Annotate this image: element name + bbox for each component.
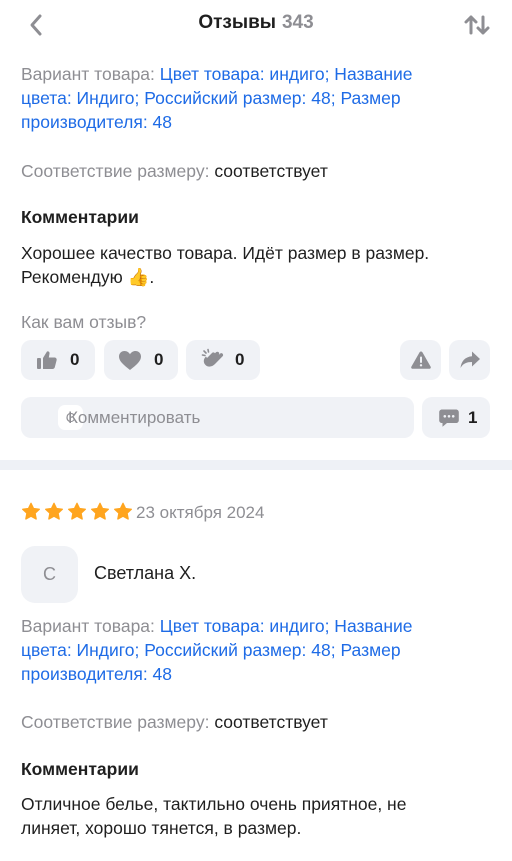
size-fit-value: соответствует (214, 712, 328, 732)
comments-button[interactable]: 1 (422, 397, 490, 438)
size-fit: Соответствие размеру: соответствует (21, 710, 328, 734)
sort-arrows-icon (464, 15, 490, 35)
avatar[interactable]: С (21, 546, 78, 603)
star-icon (114, 502, 132, 520)
product-variant: Вариант товара: Цвет товара: индиго; Наз… (21, 62, 413, 134)
comment-input[interactable]: С Комментировать (21, 397, 414, 438)
header: Отзывы 343 (0, 0, 512, 50)
like-count: 0 (70, 350, 80, 369)
review-text: Отличное белье, тактильно очень приятное… (21, 792, 406, 840)
review-text-line: линяет, хорошо тянется, в размер. (21, 818, 302, 838)
review-text-line: Рекомендую 👍. (21, 267, 155, 287)
size-fit: Соответствие размеру: соответствует (21, 159, 328, 183)
size-fit-label: Соответствие размеру: (21, 161, 210, 181)
variant-value-line[interactable]: Цвет товара: индиго; Название (160, 64, 413, 84)
clap-button[interactable]: 0 (186, 340, 260, 380)
variant-value-line[interactable]: цвета: Индиго; Российский размер: 48; Ра… (21, 640, 401, 660)
review-text-line: Отличное белье, тактильно очень приятное… (21, 794, 407, 814)
variant-value-line[interactable]: Цвет товара: индиго; Название (160, 616, 413, 636)
clap-icon (201, 348, 224, 367)
clap-count: 0 (235, 350, 245, 369)
thumbs-up-icon (37, 351, 57, 369)
review-date: 23 октября 2024 (136, 503, 265, 522)
comment-placeholder: Комментировать (68, 407, 201, 427)
review-text: Хорошее качество товара. Идёт размер в р… (21, 241, 429, 289)
star-icon (22, 502, 40, 520)
page-title-text: Отзывы (198, 12, 276, 33)
review-divider (0, 460, 512, 470)
comments-heading: Комментарии (21, 207, 139, 227)
share-arrow-icon (460, 351, 480, 368)
rating-stars (21, 502, 133, 521)
variant-value-line[interactable]: цвета: Индиго; Российский размер: 48; Ра… (21, 88, 401, 108)
reviews-count: 343 (281, 12, 314, 33)
warning-icon (410, 351, 431, 369)
star-icon (68, 502, 86, 520)
variant-value-line[interactable]: производителя: 48 (21, 664, 172, 684)
size-fit-label: Соответствие размеру: (21, 712, 210, 732)
heart-icon (119, 350, 141, 370)
review-text-line: Хорошее качество товара. Идёт размер в р… (21, 243, 430, 263)
author-name[interactable]: Светлана Х. (94, 563, 196, 584)
like-button[interactable]: 0 (21, 340, 95, 380)
heart-count: 0 (154, 350, 164, 369)
variant-value-line[interactable]: производителя: 48 (21, 112, 172, 132)
star-icon (91, 502, 109, 520)
heart-button[interactable]: 0 (104, 340, 178, 380)
helpful-question: Как вам отзыв? (21, 312, 147, 332)
star-icon (45, 502, 63, 520)
share-button[interactable] (449, 340, 490, 380)
comment-bubble-icon (439, 409, 459, 427)
size-fit-value: соответствует (214, 161, 328, 181)
report-button[interactable] (400, 340, 441, 380)
sort-button[interactable] (460, 9, 494, 41)
variant-label: Вариант товара: (21, 616, 155, 636)
comments-count: 1 (468, 407, 478, 427)
comments-heading: Комментарии (21, 759, 139, 779)
variant-label: Вариант товара: (21, 64, 155, 84)
product-variant: Вариант товара: Цвет товара: индиго; Наз… (21, 614, 413, 686)
page-title: Отзывы 343 (0, 12, 512, 34)
